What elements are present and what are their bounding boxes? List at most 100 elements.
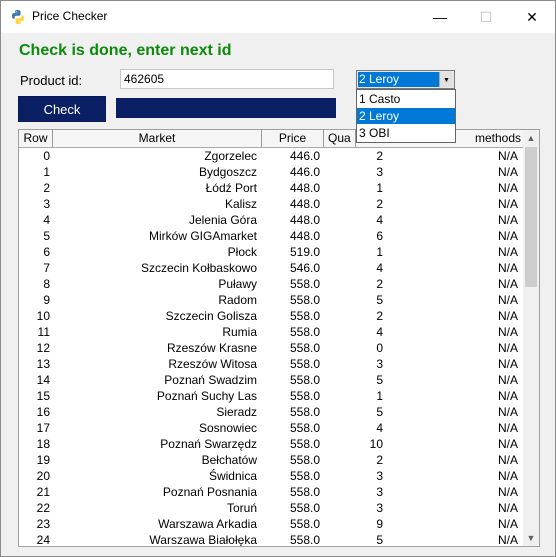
payment-methods-value: N/A	[497, 389, 518, 403]
store-select-value: 2 Leroy	[358, 72, 441, 87]
table-row[interactable]: 5 Mirków GIGAmarket 448.0 6 N/A	[19, 228, 524, 244]
store-option[interactable]: 1 Casto	[357, 91, 455, 107]
quantity-value: 5	[376, 533, 383, 547]
row-index: 7	[43, 261, 50, 275]
quantity-value: 4	[376, 213, 383, 227]
table-body: 0 Zgorzelec 446.0 2 N/A 1 Bydgoszcz 446.0 3 N/A 2 Ł…	[19, 148, 524, 547]
payment-methods-value: N/A	[497, 469, 518, 483]
payment-methods-value: N/A	[497, 325, 518, 339]
payment-methods-value: N/A	[497, 213, 518, 227]
table-row[interactable]: 14 Poznań Swadzim 558.0 5 N/A	[19, 372, 524, 388]
column-header-quantity[interactable]: Qua	[324, 130, 356, 147]
payment-methods-value: N/A	[497, 341, 518, 355]
store-option[interactable]: 3 OBI	[357, 125, 455, 141]
table-row[interactable]: 10 Szczecin Golisza 558.0 2 N/A	[19, 308, 524, 324]
market-name: Szczecin Golisza	[165, 309, 257, 323]
table-row[interactable]: 18 Poznań Swarzędz 558.0 10 N/A	[19, 436, 524, 452]
market-name: Szczecin Kołbaskowo	[140, 261, 257, 275]
vertical-scrollbar[interactable]: ▲ ▼	[523, 130, 539, 546]
row-index: 4	[43, 213, 50, 227]
payment-methods-value: N/A	[497, 197, 518, 211]
market-name: Poznań Swarzędz	[160, 437, 257, 451]
row-index: 18	[36, 437, 50, 451]
maximize-button[interactable]: ☐	[463, 1, 509, 33]
maximize-icon: ☐	[479, 8, 493, 25]
column-header-price[interactable]: Price	[262, 130, 324, 147]
table-row[interactable]: 19 Bełchatów 558.0 2 N/A	[19, 452, 524, 468]
row-index: 22	[36, 501, 50, 515]
market-name: Bydgoszcz	[198, 165, 257, 179]
table-row[interactable]: 13 Rzeszów Witosa 558.0 3 N/A	[19, 356, 524, 372]
row-index: 11	[37, 325, 50, 339]
price-value: 558.0	[289, 389, 320, 403]
row-index: 3	[43, 197, 50, 211]
row-index: 15	[36, 389, 50, 403]
table-row[interactable]: 0 Zgorzelec 446.0 2 N/A	[19, 148, 524, 164]
check-button[interactable]: Check	[18, 96, 106, 122]
quantity-value: 2	[376, 453, 383, 467]
table-row[interactable]: 7 Szczecin Kołbaskowo 546.0 4 N/A	[19, 260, 524, 276]
table-row[interactable]: 17 Sosnowiec 558.0 4 N/A	[19, 420, 524, 436]
table-row[interactable]: 22 Toruń 558.0 3 N/A	[19, 500, 524, 516]
table-row[interactable]: 21 Poznań Posnania 558.0 3 N/A	[19, 484, 524, 500]
market-name: Rumia	[222, 325, 257, 339]
row-index: 17	[36, 421, 50, 435]
column-header-market[interactable]: Market	[53, 130, 262, 147]
table-row[interactable]: 9 Radom 558.0 5 N/A	[19, 292, 524, 308]
quantity-value: 4	[376, 325, 383, 339]
market-name: Płock	[227, 245, 257, 259]
quantity-value: 5	[376, 405, 383, 419]
price-value: 558.0	[289, 277, 320, 291]
quantity-value: 4	[376, 261, 383, 275]
table-row[interactable]: 24 Warszawa Białołęka 558.0 5 N/A	[19, 532, 524, 547]
table-row[interactable]: 1 Bydgoszcz 446.0 3 N/A	[19, 164, 524, 180]
quantity-value: 3	[376, 469, 383, 483]
market-name: Toruń	[226, 501, 257, 515]
table-row[interactable]: 3 Kalisz 448.0 2 N/A	[19, 196, 524, 212]
table-row[interactable]: 12 Rzeszów Krasne 558.0 0 N/A	[19, 340, 524, 356]
quantity-value: 0	[376, 341, 383, 355]
table-row[interactable]: 16 Sieradz 558.0 5 N/A	[19, 404, 524, 420]
quantity-value: 3	[376, 501, 383, 515]
price-value: 558.0	[289, 373, 320, 387]
status-message: Check is done, enter next id	[19, 42, 232, 59]
price-value: 558.0	[289, 405, 320, 419]
table-row[interactable]: 20 Świdnica 558.0 3 N/A	[19, 468, 524, 484]
price-value: 558.0	[289, 421, 320, 435]
store-select[interactable]: 2 Leroy ▼	[356, 70, 455, 89]
price-value: 558.0	[289, 341, 320, 355]
payment-methods-value: N/A	[497, 277, 518, 291]
table-row[interactable]: 11 Rumia 558.0 4 N/A	[19, 324, 524, 340]
store-dropdown-list: 1 Casto 2 Leroy 3 OBI	[356, 89, 456, 143]
price-value: 546.0	[289, 261, 320, 275]
table-row[interactable]: 4 Jelenia Góra 448.0 4 N/A	[19, 212, 524, 228]
row-index: 5	[43, 229, 50, 243]
quantity-value: 9	[376, 517, 383, 531]
quantity-value: 1	[376, 181, 383, 195]
store-option-selected[interactable]: 2 Leroy	[357, 108, 455, 124]
title-bar[interactable]: Price Checker — ☐ ✕	[1, 1, 555, 33]
minimize-button[interactable]: —	[417, 1, 463, 33]
table-row[interactable]: 8 Puławy 558.0 2 N/A	[19, 276, 524, 292]
table-row[interactable]: 15 Poznań Suchy Las 558.0 1 N/A	[19, 388, 524, 404]
chevron-down-icon[interactable]: ▼	[439, 72, 453, 87]
close-button[interactable]: ✕	[509, 1, 555, 33]
product-id-label: Product id:	[20, 73, 83, 88]
payment-methods-value: N/A	[497, 357, 518, 371]
row-index: 23	[36, 517, 50, 531]
quantity-value: 6	[376, 229, 383, 243]
quantity-value: 5	[376, 293, 383, 307]
table-row[interactable]: 2 Łódź Port 448.0 1 N/A	[19, 180, 524, 196]
column-header-row[interactable]: Row	[19, 130, 53, 147]
scroll-thumb[interactable]	[525, 147, 537, 287]
table-row[interactable]: 6 Płock 519.0 1 N/A	[19, 244, 524, 260]
price-value: 519.0	[289, 245, 320, 259]
scroll-down-icon[interactable]: ▼	[523, 530, 539, 546]
table-row[interactable]: 23 Warszawa Arkadia 558.0 9 N/A	[19, 516, 524, 532]
market-name: Warszawa Białołęka	[149, 533, 257, 547]
quantity-value: 3	[376, 357, 383, 371]
scroll-up-icon[interactable]: ▲	[523, 130, 539, 146]
payment-methods-value: N/A	[497, 437, 518, 451]
product-id-input[interactable]	[120, 69, 334, 89]
price-value: 558.0	[289, 309, 320, 323]
